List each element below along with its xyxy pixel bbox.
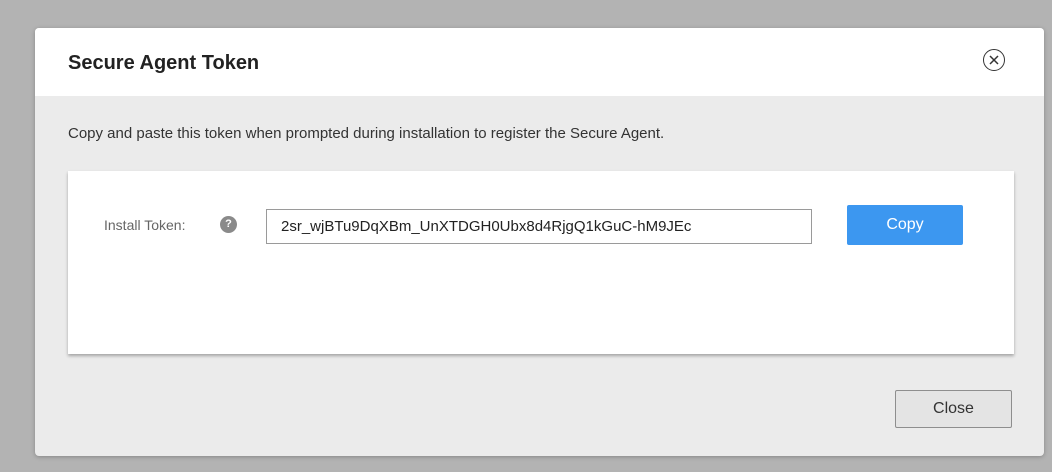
dialog-title: Secure Agent Token <box>68 52 260 74</box>
secure-agent-token-dialog: Secure Agent Token Copy and paste this t… <box>35 28 1044 456</box>
install-token-label: Install Token: <box>104 217 186 233</box>
dialog-header: Secure Agent Token <box>35 28 1044 96</box>
close-icon[interactable] <box>983 49 1005 71</box>
token-panel: Install Token: ? Copy <box>68 171 1014 354</box>
copy-button[interactable]: Copy <box>847 205 963 245</box>
close-button[interactable]: Close <box>895 390 1012 428</box>
close-x-glyph <box>989 55 999 65</box>
install-token-input[interactable] <box>266 209 812 244</box>
dialog-description: Copy and paste this token when prompted … <box>68 125 665 142</box>
help-icon[interactable]: ? <box>220 216 237 233</box>
